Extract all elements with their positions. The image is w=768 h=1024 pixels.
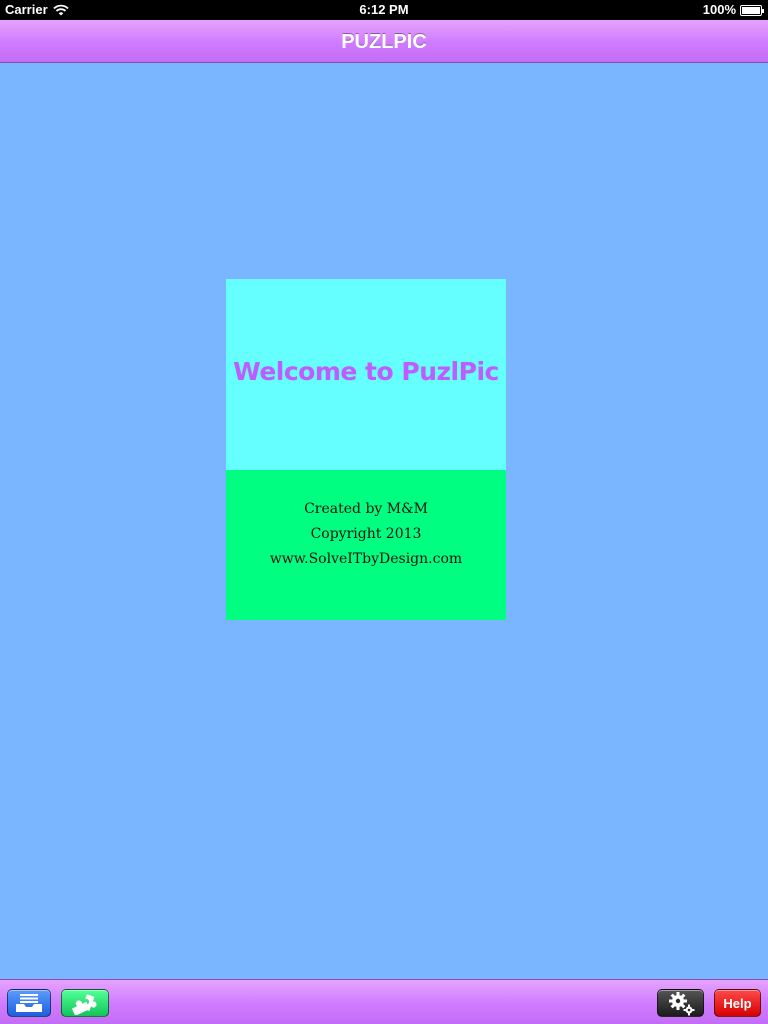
welcome-card-bottom: Created by M&M Copyright 2013 www.SolveI… — [226, 470, 506, 620]
puzzle-piece-icon — [71, 994, 97, 1015]
status-bar: Carrier 6:12 PM 100% — [0, 0, 768, 20]
credits-block: Created by M&M Copyright 2013 www.SolveI… — [226, 497, 506, 572]
battery-percent: 100% — [702, 2, 736, 17]
welcome-heading: Welcome to PuzlPic — [233, 357, 499, 386]
status-time: 6:12 PM — [359, 2, 409, 17]
status-right: 100% — [702, 2, 764, 17]
welcome-card-top: Welcome to PuzlPic — [226, 279, 506, 470]
nav-bar: PUZLPIC — [0, 20, 768, 63]
gears-icon — [668, 992, 694, 1016]
credit-line-created: Created by M&M — [304, 501, 428, 517]
credit-line-website: www.SolveITbyDesign.com — [269, 551, 463, 567]
help-button[interactable]: Help — [714, 989, 761, 1017]
inbox-tray-icon — [16, 994, 42, 1012]
settings-button[interactable] — [657, 989, 704, 1017]
puzzle-button[interactable] — [61, 989, 109, 1017]
battery-icon — [740, 4, 764, 16]
credit-line-copyright: Copyright 2013 — [310, 526, 422, 542]
inbox-button[interactable] — [7, 989, 51, 1017]
page-title: PUZLPIC — [341, 31, 427, 53]
bottom-toolbar: Help — [0, 979, 768, 1024]
